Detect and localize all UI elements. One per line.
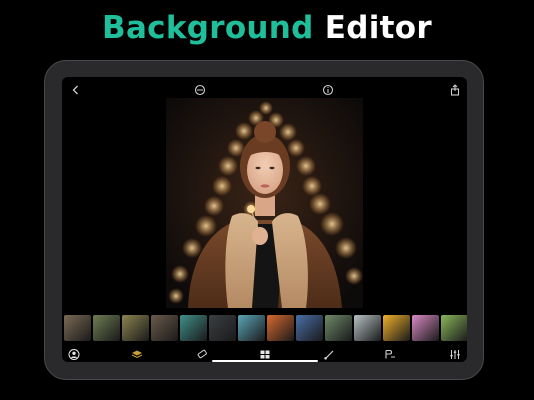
background-thumbnail-meadow[interactable] [441, 315, 467, 341]
text-icon[interactable] [384, 349, 396, 360]
adjust-icon[interactable] [449, 349, 461, 360]
person-icon[interactable] [68, 349, 80, 360]
share-icon[interactable] [449, 84, 461, 96]
background-thumbnail-sunset-gradient[interactable] [383, 315, 410, 341]
layers-icon[interactable] [131, 349, 143, 360]
back-icon[interactable] [70, 84, 82, 96]
edited-photo[interactable] [166, 98, 363, 308]
background-thumbnail-ocean-waves[interactable] [238, 315, 265, 341]
selected-tool-indicator [212, 360, 318, 362]
background-thumbnail-misty-sky[interactable] [354, 315, 381, 341]
headline: Background Editor [0, 11, 534, 45]
headline-plain-word: Editor [324, 10, 432, 46]
background-thumbnail-forest-path[interactable] [151, 315, 178, 341]
background-thumbnail-strip [62, 315, 467, 341]
background-thumbnail-swirl-colors[interactable] [267, 315, 294, 341]
background-thumbnail-teal-marble[interactable] [180, 315, 207, 341]
background-thumbnail-autumn-leaves[interactable] [93, 315, 120, 341]
background-thumbnail-abstract-blue[interactable] [296, 315, 323, 341]
info-icon[interactable] [322, 84, 334, 96]
background-thumbnail-green-landscape[interactable] [325, 315, 352, 341]
tablet-frame [44, 60, 484, 380]
editor-screen [62, 77, 467, 362]
background-thumbnail-people-scene[interactable] [64, 315, 91, 341]
eraser-icon[interactable] [196, 349, 208, 360]
compare-icon[interactable] [194, 84, 206, 96]
headline-accent-word: Background [102, 10, 314, 46]
background-thumbnail-dark-rocks[interactable] [209, 315, 236, 341]
portrait-photo [166, 98, 363, 308]
background-thumbnail-pink-gradient[interactable] [412, 315, 439, 341]
brush-icon[interactable] [323, 349, 335, 360]
backgrounds-icon[interactable] [259, 349, 271, 360]
background-thumbnail-trees-blossom[interactable] [122, 315, 149, 341]
